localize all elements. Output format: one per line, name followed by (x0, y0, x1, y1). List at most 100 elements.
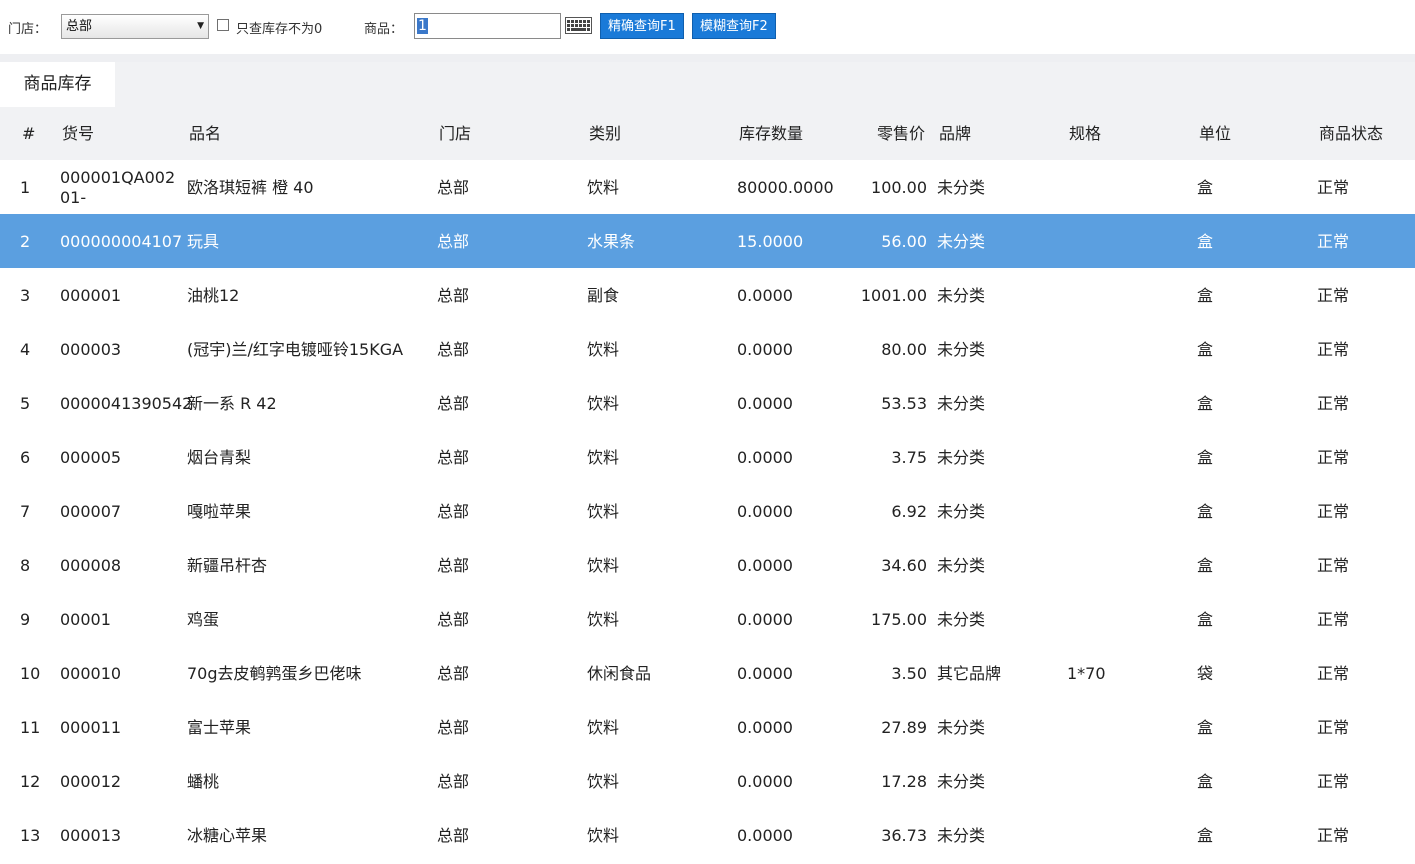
header-unit: 单位 (1199, 124, 1232, 143)
table-row[interactable]: 4 000003 (冠宇)兰/红字电镀哑铃15KGA 总部 饮料 0.0000 80.00 未… (0, 322, 1415, 376)
cell-index: 3 (20, 286, 31, 305)
cell-price: 27.89 (881, 718, 927, 737)
table-row[interactable]: 3 000001 油桃12 总部 副食 0.0000 1001.00 未分类 盒 正常 (0, 268, 1415, 322)
cell-unit: 盒 (1197, 502, 1214, 521)
cell-store: 总部 (437, 232, 470, 251)
cell-unit: 盒 (1197, 718, 1214, 737)
table-row[interactable]: 2 000000004107 玩具 总部 水果条 15.0000 56.00 未分类 盒 正常 (0, 214, 1415, 268)
cell-code: 000000004107 (60, 232, 183, 251)
cell-category: 饮料 (587, 772, 620, 791)
cell-brand: 未分类 (937, 718, 986, 737)
fuzzy-query-button[interactable]: 模糊查询F2 (692, 13, 776, 39)
cell-unit: 盒 (1197, 826, 1214, 845)
cell-price: 175.00 (871, 610, 927, 629)
cell-status: 正常 (1317, 232, 1350, 251)
keyboard-icon[interactable] (565, 17, 592, 34)
cell-code: 000001QA00201- (60, 168, 176, 207)
cell-quantity: 0.0000 (737, 772, 793, 791)
cell-index: 10 (20, 664, 41, 683)
header-brand: 品牌 (939, 124, 972, 143)
goods-input[interactable]: 1 (414, 13, 561, 39)
table-row[interactable]: 1 000001QA00201- 欧洛琪短裤 橙 40 总部 饮料 80000.0000 1… (0, 160, 1415, 214)
cell-store: 总部 (437, 718, 470, 737)
cell-name: 新疆吊杆杏 (187, 556, 268, 575)
goods-label: 商品： (364, 22, 404, 37)
cell-code: 0000041390542 (60, 394, 193, 413)
cell-quantity: 0.0000 (737, 394, 793, 413)
cell-name: 烟台青梨 (187, 448, 252, 467)
cell-status: 正常 (1317, 394, 1350, 413)
cell-store: 总部 (437, 448, 470, 467)
cell-spec: 1*70 (1067, 664, 1106, 683)
cell-category: 饮料 (587, 394, 620, 413)
cell-quantity: 0.0000 (737, 286, 793, 305)
cell-price: 17.28 (881, 772, 927, 791)
table-row[interactable]: 13 000013 冰糖心苹果 总部 饮料 0.0000 36.73 未分类 盒 正常 (0, 808, 1415, 862)
cell-category: 饮料 (587, 556, 620, 575)
cell-brand: 未分类 (937, 232, 986, 251)
cell-quantity: 0.0000 (737, 610, 793, 629)
cell-store: 总部 (437, 178, 470, 197)
table-row[interactable]: 12 000012 蟠桃 总部 饮料 0.0000 17.28 未分类 盒 正常 (0, 754, 1415, 808)
cell-name: 油桃12 (187, 286, 240, 305)
cell-brand: 未分类 (937, 772, 986, 791)
cell-status: 正常 (1317, 772, 1350, 791)
cell-category: 休闲食品 (587, 664, 652, 683)
cell-code: 000011 (60, 718, 122, 737)
cell-index: 2 (20, 232, 31, 251)
cell-store: 总部 (437, 286, 470, 305)
header-category: 类别 (589, 124, 622, 143)
table-row[interactable]: 9 00001 鸡蛋 总部 饮料 0.0000 175.00 未分类 盒 正常 (0, 592, 1415, 646)
toolbar: 门店： 总部 ▼ 只查库存不为0 商品： 1 精确查询F1 模糊查询F2 (0, 0, 1415, 54)
cell-quantity: 0.0000 (737, 718, 793, 737)
store-select[interactable]: 总部 ▼ (61, 14, 209, 39)
table-row[interactable]: 7 000007 嘎啦苹果 总部 饮料 0.0000 6.92 未分类 盒 正常 (0, 484, 1415, 538)
tab-goods-inventory[interactable]: 商品库存 (0, 62, 115, 107)
cell-index: 4 (20, 340, 31, 359)
cell-category: 饮料 (587, 826, 620, 845)
only-nonzero-checkbox[interactable] (217, 19, 229, 31)
cell-category: 饮料 (587, 610, 620, 629)
cell-quantity: 0.0000 (737, 448, 793, 467)
cell-name: 欧洛琪短裤 橙 40 (187, 178, 314, 197)
cell-name: (冠宇)兰/红字电镀哑铃15KGA (187, 340, 404, 359)
table-row[interactable]: 5 0000041390542 新一系 R 42 总部 饮料 0.0000 53.53 未分类… (0, 376, 1415, 430)
header-name: 品名 (189, 124, 222, 143)
exact-query-button[interactable]: 精确查询F1 (600, 13, 684, 39)
cell-unit: 盒 (1197, 286, 1214, 305)
cell-brand: 未分类 (937, 394, 986, 413)
cell-price: 3.50 (891, 664, 927, 683)
table-row[interactable]: 6 000005 烟台青梨 总部 饮料 0.0000 3.75 未分类 盒 正常 (0, 430, 1415, 484)
cell-price: 34.60 (881, 556, 927, 575)
cell-code: 000001 (60, 286, 122, 305)
cell-unit: 盒 (1197, 394, 1214, 413)
cell-store: 总部 (437, 772, 470, 791)
cell-code: 00001 (60, 610, 111, 629)
cell-category: 饮料 (587, 718, 620, 737)
cell-unit: 袋 (1197, 664, 1214, 683)
only-nonzero-label[interactable]: 只查库存不为0 (236, 18, 322, 37)
cell-quantity: 0.0000 (737, 340, 793, 359)
table-body: 1 000001QA00201- 欧洛琪短裤 橙 40 总部 饮料 80000.0000 1… (0, 160, 1415, 862)
table-row[interactable]: 8 000008 新疆吊杆杏 总部 饮料 0.0000 34.60 未分类 盒 正常 (0, 538, 1415, 592)
header-status: 商品状态 (1319, 124, 1384, 143)
cell-quantity: 15.0000 (737, 232, 804, 251)
cell-name: 玩具 (187, 232, 220, 251)
cell-brand: 未分类 (937, 556, 986, 575)
table-row[interactable]: 10 000010 70g去皮鹌鹑蛋乡巴佬味 总部 休闲食品 0.0000 3.50 其它品牌… (0, 646, 1415, 700)
cell-code: 000013 (60, 826, 122, 845)
cell-index: 11 (20, 718, 41, 737)
cell-status: 正常 (1317, 718, 1350, 737)
cell-name: 冰糖心苹果 (187, 826, 268, 845)
cell-store: 总部 (437, 826, 470, 845)
table-row[interactable]: 11 000011 富士苹果 总部 饮料 0.0000 27.89 未分类 盒 正常 (0, 700, 1415, 754)
header-code: 货号 (62, 124, 95, 143)
cell-quantity: 80000.0000 (737, 178, 834, 197)
cell-status: 正常 (1317, 178, 1350, 197)
cell-category: 水果条 (587, 232, 636, 251)
cell-price: 6.92 (891, 502, 927, 521)
cell-index: 7 (20, 502, 31, 521)
cell-brand: 未分类 (937, 610, 986, 629)
cell-name: 鸡蛋 (187, 610, 220, 629)
cell-status: 正常 (1317, 826, 1350, 845)
